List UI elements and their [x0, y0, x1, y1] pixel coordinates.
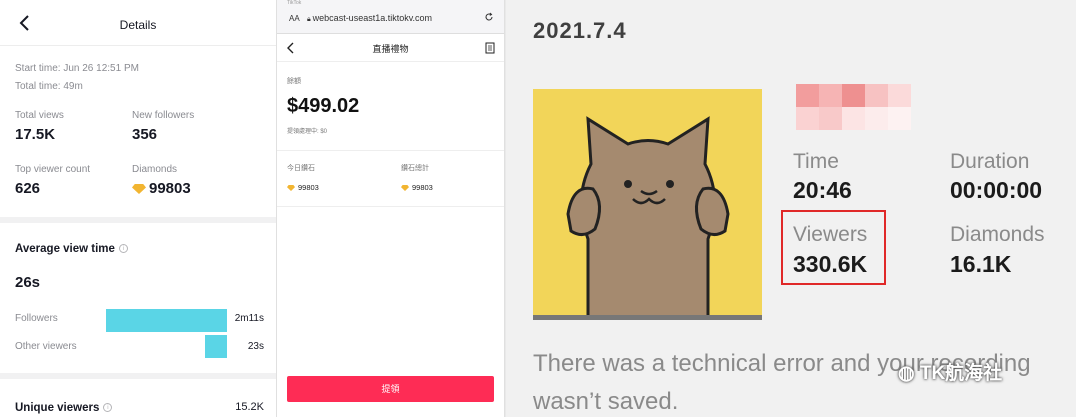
- balance-label: 餘額: [287, 78, 301, 85]
- tab-hint: TikTok: [287, 0, 302, 6]
- diamonds-value: 99803: [149, 180, 191, 197]
- unique-viewers-label: Unique viewers: [15, 402, 100, 414]
- balance-value: $499.02: [287, 95, 360, 117]
- recording-panel: 2021.7.4 Time 20:46 Duration 00:00:00 Vi…: [506, 0, 1076, 417]
- diamonds-value-rec: 16.1K: [950, 251, 1012, 277]
- time-label: Time: [793, 150, 839, 173]
- url-text[interactable]: 🔒︎ webcast-useast1a.tiktokv.com: [307, 13, 432, 24]
- info-icon-2[interactable]: i: [103, 403, 113, 413]
- document-icon[interactable]: [485, 42, 495, 54]
- top-viewer-label: Top viewer count: [15, 164, 91, 175]
- diamond-icon: [132, 184, 146, 195]
- blurred-username: [796, 84, 911, 130]
- followers-bar-label: Followers: [15, 313, 58, 324]
- followers-bar-value: 2m11s: [234, 313, 264, 324]
- diamonds-value-row: 99803: [132, 180, 191, 197]
- avg-view-value: 26s: [15, 274, 41, 291]
- diamond-icon: [287, 185, 295, 192]
- new-followers-value: 356: [132, 126, 158, 143]
- total-views-value: 17.5K: [15, 126, 56, 143]
- duration-label: Duration: [950, 150, 1030, 173]
- unique-viewers-value: 15.2K: [235, 401, 264, 413]
- pending-withdrawal: 提領處理中: $0: [287, 129, 328, 135]
- other-viewers-bar-value: 23s: [247, 341, 264, 352]
- followers-bar: [106, 309, 227, 332]
- today-diamonds-value: 99803: [298, 183, 319, 192]
- recording-date: 2021.7.4: [533, 18, 627, 43]
- total-views-label: Total views: [15, 110, 64, 121]
- gift-web-panel: TikTok AA 🔒︎ webcast-useast1a.tiktokv.co…: [276, 0, 505, 417]
- cat-cover-image: [533, 89, 762, 322]
- details-title: Details: [119, 18, 157, 32]
- wechat-icon: ◍: [898, 363, 920, 384]
- total-diamonds-value-row: 99803: [401, 183, 433, 192]
- avg-view-title: Average view time i: [15, 243, 128, 255]
- watermark: ◍ TK航海社: [898, 358, 1002, 385]
- error-line-2: wasn’t saved.: [533, 388, 679, 415]
- today-diamonds-label: 今日鑽石: [287, 165, 315, 172]
- top-viewer-value: 626: [15, 180, 41, 197]
- time-value: 20:46: [793, 177, 852, 203]
- today-diamonds-value-row: 99803: [287, 183, 319, 192]
- new-followers-label: New followers: [132, 110, 195, 121]
- live-details-panel: Details Start time: Jun 26 12:51 PM Tota…: [0, 0, 276, 417]
- diamonds-label-rec: Diamonds: [950, 223, 1045, 246]
- avg-view-title-text: Average view time: [15, 243, 115, 255]
- p2-divider-2: [277, 206, 504, 207]
- other-viewers-bar-label: Other viewers: [15, 341, 77, 352]
- info-icon[interactable]: i: [118, 244, 128, 254]
- url-value: webcast-useast1a.tiktokv.com: [312, 13, 433, 23]
- other-viewers-bar: [205, 335, 227, 358]
- duration-value: 00:00:00: [950, 177, 1043, 203]
- total-time: Total time: 49m: [15, 81, 83, 92]
- diamonds-label: Diamonds: [132, 164, 178, 175]
- reload-icon[interactable]: [484, 12, 494, 22]
- diamond-icon: [401, 185, 409, 192]
- p2-divider: [277, 150, 504, 151]
- section-divider: [0, 217, 276, 223]
- browser-url-bar[interactable]: TikTok AA 🔒︎ webcast-useast1a.tiktokv.co…: [277, 0, 504, 34]
- watermark-text: TK航海社: [919, 363, 1003, 384]
- viewers-highlight-box: [781, 210, 886, 285]
- section-divider-2: [0, 373, 276, 379]
- cat-illustration: [533, 116, 762, 322]
- gift-page-title: 直播禮物: [372, 44, 409, 54]
- unique-viewers-title: Unique viewers i: [15, 402, 113, 414]
- withdraw-button[interactable]: 提領: [287, 376, 494, 402]
- gift-page-header: 直播禮物: [277, 34, 504, 62]
- start-time: Start time: Jun 26 12:51 PM: [15, 63, 139, 74]
- total-diamonds-label: 鑽石總計: [401, 165, 429, 172]
- total-diamonds-value: 99803: [412, 183, 433, 192]
- details-header: Details: [0, 0, 276, 46]
- text-size-button[interactable]: AA: [289, 14, 300, 23]
